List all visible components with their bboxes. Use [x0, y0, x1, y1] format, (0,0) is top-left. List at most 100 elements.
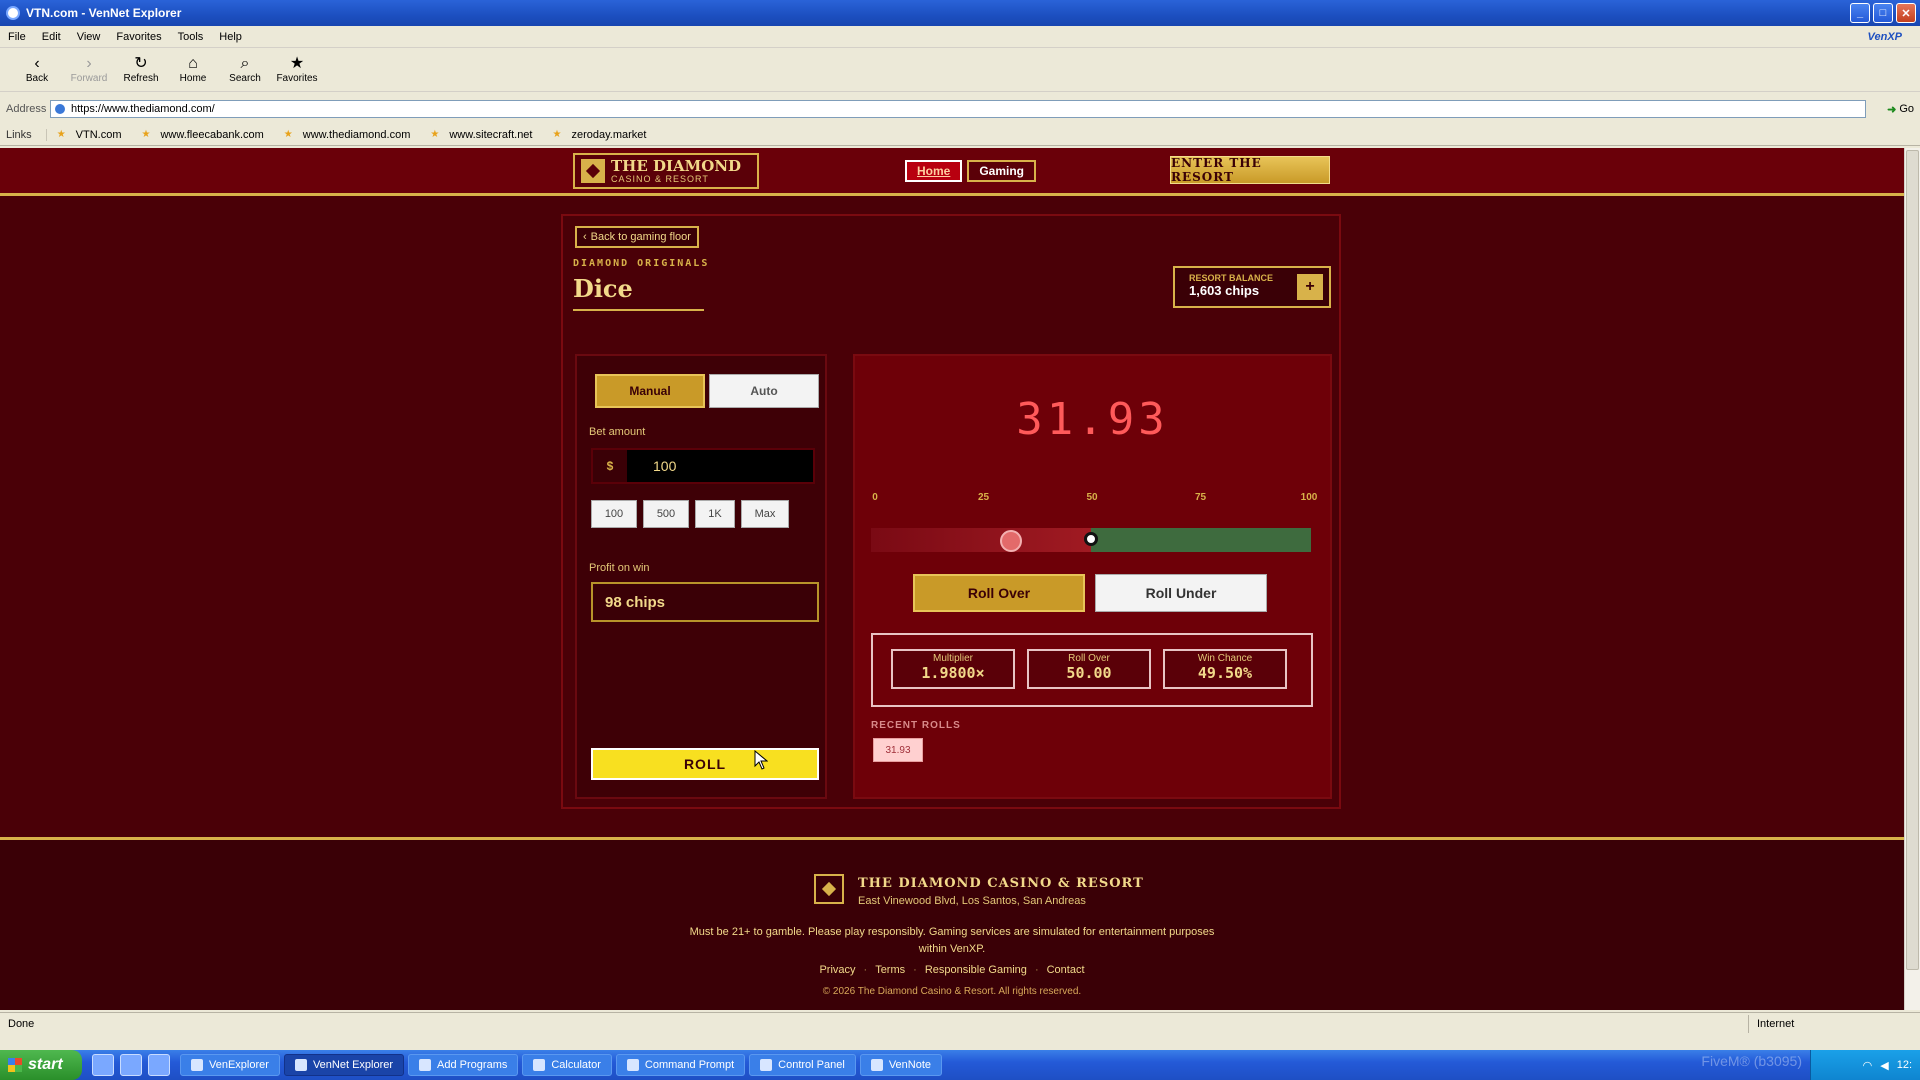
search-button[interactable]: ⌕ Search	[222, 50, 268, 90]
terminal-icon	[626, 1059, 639, 1071]
bookmark-icon: ★	[283, 129, 293, 140]
browser-icon	[294, 1059, 307, 1071]
link-fleecabank[interactable]: ★ www.fleecabank.com	[132, 129, 274, 141]
home-button[interactable]: ⌂ Home	[170, 50, 216, 90]
stat-value: 49.50%	[1197, 664, 1253, 682]
bookmark-icon: ★	[56, 129, 66, 140]
window-controls: _ □ ✕	[1850, 3, 1916, 23]
link-label: www.thediamond.com	[302, 128, 411, 141]
roll-under-button[interactable]: Roll Under	[1095, 574, 1267, 612]
add-chips-button[interactable]: +	[1297, 274, 1323, 300]
task-control-panel[interactable]: Control Panel	[749, 1054, 856, 1076]
task-calculator[interactable]: Calculator	[522, 1054, 612, 1076]
quick-bet-1k[interactable]: 1K	[695, 500, 735, 528]
menu-favorites[interactable]: Favorites	[108, 31, 169, 43]
footer-address: East Vinewood Blvd, Los Santos, San Andr…	[858, 895, 1086, 907]
scrollbar-thumb[interactable]	[1906, 150, 1919, 970]
mode-auto-tab[interactable]: Auto	[709, 374, 819, 408]
footer-link-contact[interactable]: Contact	[1047, 964, 1085, 976]
browser-quicklaunch-icon[interactable]	[92, 1054, 114, 1076]
back-to-floor-button[interactable]: ‹ Back to gaming floor	[575, 226, 699, 248]
enter-resort-button[interactable]: ENTER THE RESORT	[1170, 156, 1330, 184]
link-vtn[interactable]: ★ VTN.com	[47, 129, 132, 141]
folder-quicklaunch-icon[interactable]	[120, 1054, 142, 1076]
footer-link-responsible-gaming[interactable]: Responsible Gaming	[925, 964, 1027, 976]
close-button[interactable]: ✕	[1896, 3, 1916, 23]
quick-bet-100[interactable]: 100	[591, 500, 637, 528]
minimize-button[interactable]: _	[1850, 3, 1870, 23]
roll-button[interactable]: ROLL	[591, 748, 819, 780]
refresh-button[interactable]: ↻ Refresh	[118, 50, 164, 90]
search-icon: ⌕	[240, 55, 250, 72]
windows-flag-icon	[8, 1058, 22, 1072]
security-zone: Internet	[1748, 1014, 1794, 1033]
menu-view[interactable]: View	[69, 31, 109, 43]
back-arrow-icon: ‹	[34, 55, 40, 72]
address-input[interactable]: https://www.thediamond.com/	[50, 100, 1866, 118]
link-zeroday[interactable]: ★ zeroday.market	[542, 129, 656, 141]
home-label: Home	[179, 73, 207, 84]
nav-home[interactable]: Home	[905, 160, 963, 182]
programs-icon	[419, 1059, 432, 1071]
forward-button[interactable]: › Forward	[66, 50, 112, 90]
task-add-programs[interactable]: Add Programs	[408, 1054, 519, 1076]
menu-file[interactable]: File	[0, 31, 34, 43]
stat-label: Multiplier	[932, 653, 973, 664]
notepad-quicklaunch-icon[interactable]	[148, 1054, 170, 1076]
dice-area: 31.93 0 25 50 75 100 Roll Over Roll Unde…	[853, 354, 1332, 799]
threshold-slider-handle[interactable]	[1084, 532, 1098, 546]
footer-diamond-icon	[814, 874, 844, 904]
site-nav: Home Gaming	[905, 160, 1037, 182]
favorites-button[interactable]: ★ Favorites	[274, 50, 320, 90]
task-label: Control Panel	[778, 1059, 845, 1071]
link-label: www.sitecraft.net	[449, 128, 533, 141]
task-venexplorer[interactable]: VenExplorer	[180, 1054, 280, 1076]
menu-tools[interactable]: Tools	[170, 31, 212, 43]
task-vennet-explorer[interactable]: VenNet Explorer	[283, 1054, 405, 1076]
window-titlebar: VTN.com - VenNet Explorer _ □ ✕	[0, 0, 1920, 26]
quick-bet-500[interactable]: 500	[643, 500, 689, 528]
menu-help[interactable]: Help	[211, 31, 250, 43]
start-button[interactable]: start	[0, 1050, 82, 1080]
bet-amount-label: Bet amount	[589, 426, 646, 438]
link-sitecraft[interactable]: ★ www.sitecraft.net	[420, 129, 542, 141]
mode-manual-tab[interactable]: Manual	[595, 374, 705, 408]
link-label: www.fleecabank.com	[160, 128, 264, 141]
os-brand: VenXP	[1867, 30, 1902, 43]
bet-amount-field[interactable]: $ 100	[591, 448, 815, 484]
back-button[interactable]: ‹ Back	[14, 50, 60, 90]
stat-roll-over: Roll Over 50.00	[1027, 649, 1151, 689]
quick-bet-buttons: 100 500 1K Max	[591, 500, 789, 528]
site-logo[interactable]: THE DIAMOND CASINO & RESORT	[573, 153, 759, 189]
taskbar: start VenExplorer VenNet Explorer Add Pr…	[0, 1050, 1920, 1080]
refresh-icon: ↻	[134, 55, 148, 72]
address-label: Address	[6, 103, 47, 115]
profit-on-win: 98 chips	[591, 582, 819, 622]
link-thediamond[interactable]: ★ www.thediamond.com	[274, 129, 421, 141]
task-command-prompt[interactable]: Command Prompt	[615, 1054, 746, 1076]
currency-symbol: $	[606, 459, 614, 473]
link-label: zeroday.market	[571, 128, 647, 141]
window-title: VTN.com - VenNet Explorer	[26, 6, 182, 20]
stat-win-chance: Win Chance 49.50%	[1163, 649, 1287, 689]
footer-link-terms[interactable]: Terms	[875, 964, 905, 976]
footer-link-privacy[interactable]: Privacy	[819, 964, 855, 976]
clock: 12:	[1896, 1059, 1912, 1071]
go-button[interactable]: ➜ Go	[1887, 103, 1914, 116]
volume-icon[interactable]: ◀	[1880, 1059, 1888, 1072]
quick-bet-max[interactable]: Max	[741, 500, 789, 528]
game-category: DIAMOND ORIGINALS	[573, 258, 710, 269]
bet-amount-value: 100	[627, 450, 813, 482]
stat-value: 50.00	[1066, 664, 1112, 682]
footer-disclaimer: Must be 21+ to gamble. Please play respo…	[689, 926, 1215, 955]
maximize-button[interactable]: □	[1873, 3, 1893, 23]
nav-gaming[interactable]: Gaming	[967, 160, 1037, 182]
site-footer: THE DIAMOND CASINO & RESORT East Vinewoo…	[0, 837, 1904, 1010]
page-scrollbar[interactable]	[1904, 148, 1920, 1010]
menu-edit[interactable]: Edit	[34, 31, 69, 43]
wifi-icon[interactable]: ◠	[1863, 1059, 1873, 1072]
task-vennote[interactable]: VenNote	[859, 1054, 943, 1076]
scale-tick: 50	[1086, 492, 1098, 503]
roll-over-button[interactable]: Roll Over	[913, 574, 1085, 612]
page-title: Dice	[573, 274, 704, 311]
